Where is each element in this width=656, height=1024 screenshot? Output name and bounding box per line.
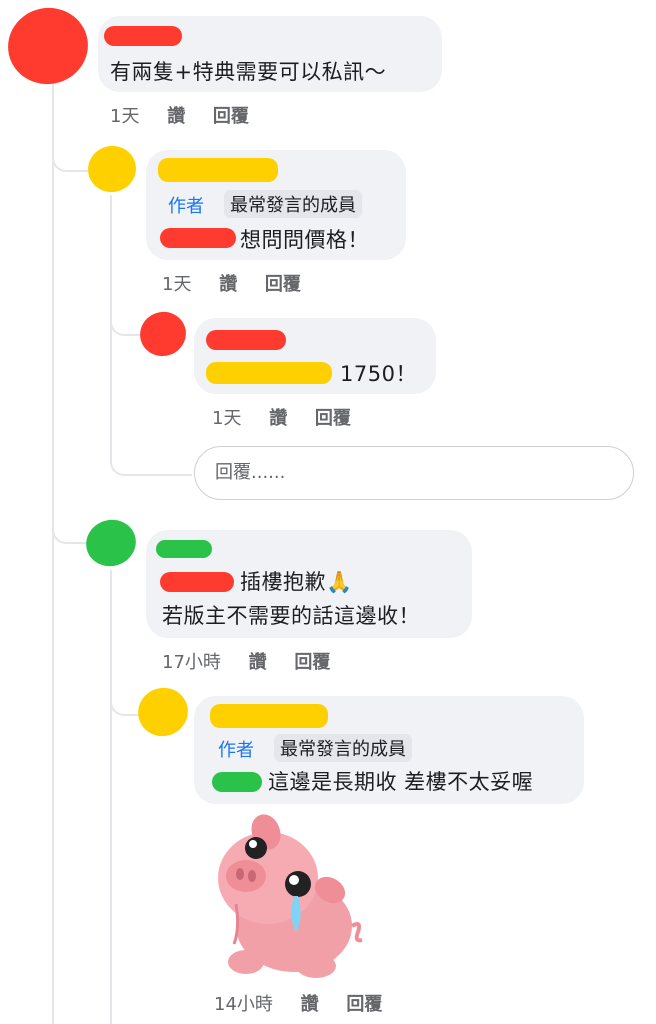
redacted-mention xyxy=(160,228,236,248)
comment-text: 1750！ xyxy=(340,362,417,386)
redacted-mention xyxy=(206,362,332,384)
comment-meta: 1天 讚 回覆 xyxy=(162,270,301,296)
crying-pig-sticker[interactable] xyxy=(206,808,366,984)
redacted-name xyxy=(158,158,278,182)
comment-text: 有兩隻+特典需要可以私訊～ xyxy=(110,60,387,84)
reply-button[interactable]: 回覆 xyxy=(346,994,382,1015)
comment-meta: 1天 讚 回覆 xyxy=(110,102,249,128)
like-button[interactable]: 讚 xyxy=(249,652,267,673)
role-badge: 最常發言的成員 xyxy=(274,734,412,762)
like-button[interactable]: 讚 xyxy=(167,106,185,127)
thread-connector-1 xyxy=(52,100,88,172)
timestamp[interactable]: 17小時 xyxy=(162,652,221,673)
like-button[interactable]: 讚 xyxy=(269,408,287,429)
thread-connector-4 xyxy=(52,470,88,544)
redacted-mention xyxy=(212,772,262,792)
redacted-name xyxy=(156,540,212,558)
reply-button[interactable]: 回覆 xyxy=(315,408,351,429)
avatar[interactable] xyxy=(0,0,96,92)
comment-meta: 17小時 讚 回覆 xyxy=(162,648,330,674)
timestamp[interactable]: 1天 xyxy=(110,106,139,127)
avatar[interactable] xyxy=(82,140,142,198)
avatar[interactable] xyxy=(133,305,193,363)
author-label: 作者 xyxy=(218,740,254,761)
reply-button[interactable]: 回覆 xyxy=(213,106,249,127)
reply-input[interactable]: 回覆...... xyxy=(194,446,634,500)
redacted-name xyxy=(206,330,286,350)
comment-meta: 14小時 讚 回覆 xyxy=(214,990,382,1016)
timestamp[interactable]: 1天 xyxy=(162,274,191,295)
reply-button[interactable]: 回覆 xyxy=(265,274,301,295)
thread-line-sub2 xyxy=(110,570,112,1024)
reply-button[interactable]: 回覆 xyxy=(294,652,330,673)
role-badge: 最常發言的成員 xyxy=(224,190,362,218)
redacted-name xyxy=(104,26,182,46)
timestamp[interactable]: 14小時 xyxy=(214,994,273,1015)
redacted-mention xyxy=(160,572,234,592)
thread-line-main xyxy=(52,80,54,1024)
author-label: 作者 xyxy=(168,196,204,217)
like-button[interactable]: 讚 xyxy=(301,994,319,1015)
redacted-name xyxy=(210,704,328,728)
comment-text-line2: 若版主不需要的話這邊收！ xyxy=(162,604,420,628)
avatar[interactable] xyxy=(80,513,142,573)
timestamp[interactable]: 1天 xyxy=(212,408,241,429)
comment-text: 想問問價格！ xyxy=(240,228,369,252)
thread-connector-2 xyxy=(110,270,142,336)
comment-text-line1: 插樓抱歉🙏 xyxy=(240,570,353,594)
comment-text: 這邊是長期收 差樓不太妥喔 xyxy=(268,770,534,794)
like-button[interactable]: 讚 xyxy=(219,274,237,295)
thread-connector-3 xyxy=(110,400,192,476)
comment-meta: 1天 讚 回覆 xyxy=(212,404,351,430)
